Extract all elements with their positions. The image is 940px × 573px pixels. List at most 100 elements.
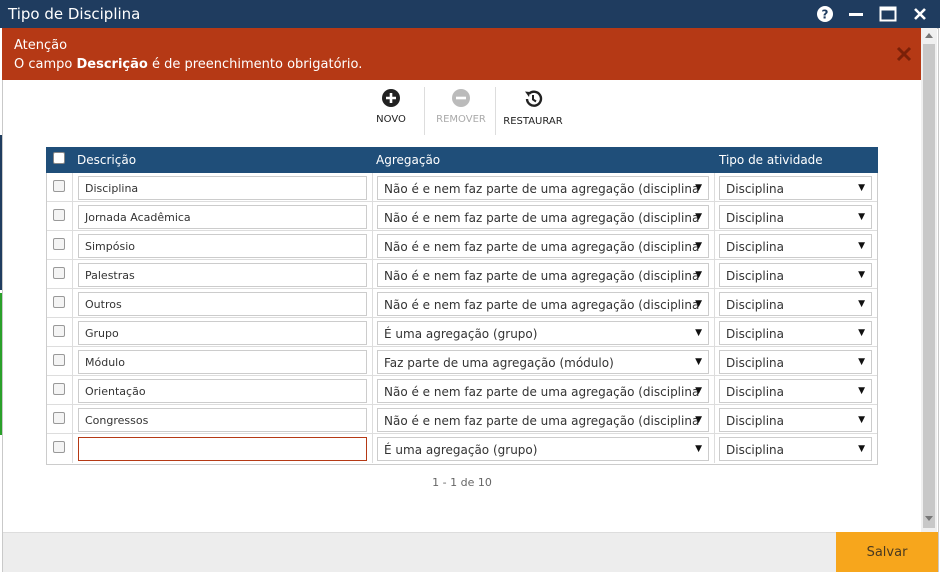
agregacao-value: Faz parte de uma agregação (módulo) [384,356,614,370]
cell-divider [714,434,715,463]
agregacao-value: É uma agregação (grupo) [384,443,538,457]
restaurar-button[interactable]: RESTAURAR [500,88,566,132]
maximize-icon[interactable] [877,3,899,25]
descricao-input[interactable]: Jornada Acadêmica [78,205,367,229]
descricao-input[interactable]: Módulo [78,350,367,374]
cell-divider [372,434,373,463]
grid-header: Descrição Agregação Tipo de atividade [46,147,878,173]
grid-body: Disciplina Não é e nem faz parte de uma … [46,173,878,465]
agregacao-value: Não é e nem faz parte de uma agregação (… [384,182,700,196]
agregacao-select[interactable]: Não é e nem faz parte de uma agregação (… [377,292,709,316]
tipo-value: Disciplina [726,211,785,225]
agregacao-select[interactable]: É uma agregação (grupo) ▼ [377,437,709,461]
tipo-select[interactable]: Disciplina ▼ [719,234,872,258]
cell-divider [72,405,73,434]
tipo-select[interactable]: Disciplina ▼ [719,437,872,461]
dropdown-arrow-icon: ▼ [695,241,702,251]
dropdown-arrow-icon: ▼ [858,415,865,425]
select-all-checkbox[interactable] [53,152,65,164]
save-button[interactable]: Salvar [836,532,938,572]
dropdown-arrow-icon: ▼ [695,444,702,454]
agregacao-select[interactable]: Faz parte de uma agregação (módulo) ▼ [377,350,709,374]
tipo-select[interactable]: Disciplina ▼ [719,350,872,374]
alert-close-icon[interactable] [894,44,914,64]
row-checkbox[interactable] [53,209,65,221]
scroll-down-icon[interactable] [921,516,937,528]
row-checkbox[interactable] [53,441,65,453]
agregacao-value: Não é e nem faz parte de uma agregação (… [384,269,700,283]
tipo-select[interactable]: Disciplina ▼ [719,379,872,403]
agregacao-select[interactable]: Não é e nem faz parte de uma agregação (… [377,379,709,403]
tipo-select[interactable]: Disciplina ▼ [719,292,872,316]
cell-divider [714,260,715,289]
tipo-select[interactable]: Disciplina ▼ [719,321,872,345]
scroll-thumb[interactable] [923,44,935,528]
tipo-value: Disciplina [726,182,785,196]
minimize-icon[interactable] [845,3,867,25]
row-checkbox[interactable] [53,180,65,192]
dropdown-arrow-icon: ▼ [858,357,865,367]
cell-divider [372,202,373,231]
column-header-tipo[interactable]: Tipo de atividade [719,153,823,167]
descricao-input[interactable]: Grupo [78,321,367,345]
tipo-value: Disciplina [726,414,785,428]
agregacao-select[interactable]: É uma agregação (grupo) ▼ [377,321,709,345]
vertical-scrollbar[interactable] [921,28,937,532]
descricao-input[interactable]: Orientação [78,379,367,403]
descricao-input[interactable]: Palestras [78,263,367,287]
agregacao-value: Não é e nem faz parte de uma agregação (… [384,385,700,399]
descricao-input[interactable]: Congressos [78,408,367,432]
restaurar-label: RESTAURAR [503,116,563,127]
dropdown-arrow-icon: ▼ [858,241,865,251]
dropdown-arrow-icon: ▼ [858,328,865,338]
row-checkbox[interactable] [53,383,65,395]
history-icon [525,90,543,107]
column-header-agregacao[interactable]: Agregação [376,153,440,167]
descricao-input-required[interactable] [78,437,367,461]
cell-divider [372,260,373,289]
row-checkbox[interactable] [53,296,65,308]
tipo-value: Disciplina [726,298,785,312]
cell-divider [372,318,373,347]
help-icon[interactable]: ? [814,3,836,25]
remover-button[interactable]: REMOVER [432,88,490,132]
tipo-select[interactable]: Disciplina ▼ [719,176,872,200]
agregacao-select[interactable]: Não é e nem faz parte de uma agregação (… [377,408,709,432]
plus-circle-icon [382,89,400,107]
cell-divider [72,231,73,260]
agregacao-select[interactable]: Não é e nem faz parte de uma agregação (… [377,263,709,287]
agregacao-select[interactable]: Não é e nem faz parte de uma agregação (… [377,234,709,258]
dropdown-arrow-icon: ▼ [858,212,865,222]
dropdown-arrow-icon: ▼ [695,270,702,280]
cell-divider [372,289,373,318]
tipo-value: Disciplina [726,385,785,399]
cell-divider [72,260,73,289]
title-bar: Tipo de Disciplina ? [0,0,940,28]
table-row: Simpósio Não é e nem faz parte de uma ag… [47,231,877,260]
column-header-descricao[interactable]: Descrição [77,153,136,167]
cell-divider [714,405,715,434]
alert-message-prefix: O campo [14,57,77,72]
novo-label: NOVO [376,114,406,125]
descricao-input[interactable]: Simpósio [78,234,367,258]
table-row: Orientação Não é e nem faz parte de uma … [47,376,877,405]
close-icon[interactable] [909,3,931,25]
scroll-up-icon[interactable] [921,32,937,42]
row-checkbox[interactable] [53,325,65,337]
row-checkbox[interactable] [53,267,65,279]
descricao-input[interactable]: Disciplina [78,176,367,200]
row-checkbox[interactable] [53,238,65,250]
dropdown-arrow-icon: ▼ [695,386,702,396]
row-checkbox[interactable] [53,412,65,424]
agregacao-value: Não é e nem faz parte de uma agregação (… [384,414,700,428]
tipo-value: Disciplina [726,356,785,370]
agregacao-select[interactable]: Não é e nem faz parte de uma agregação (… [377,205,709,229]
descricao-input[interactable]: Outros [78,292,367,316]
agregacao-select[interactable]: Não é e nem faz parte de uma agregação (… [377,176,709,200]
tipo-select[interactable]: Disciplina ▼ [719,408,872,432]
tipo-select[interactable]: Disciplina ▼ [719,205,872,229]
row-checkbox[interactable] [53,354,65,366]
tipo-select[interactable]: Disciplina ▼ [719,263,872,287]
novo-button[interactable]: NOVO [370,88,412,132]
cell-divider [714,376,715,405]
